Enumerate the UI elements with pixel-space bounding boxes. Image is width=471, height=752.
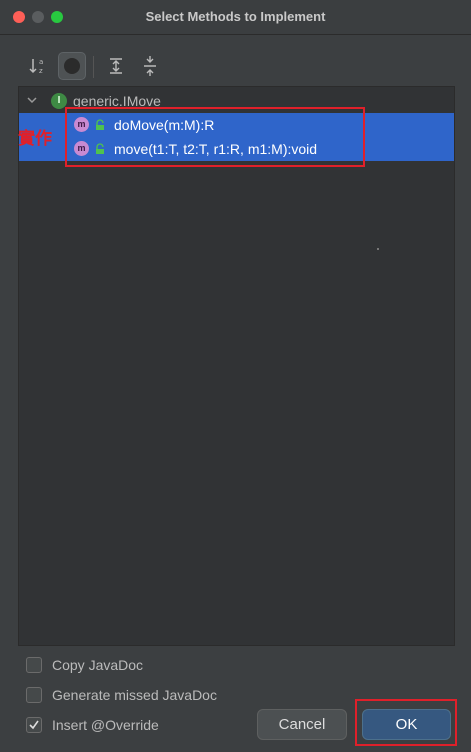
interface-icon: I [51, 93, 67, 109]
title-bar: Select Methods to Implement [0, 0, 471, 35]
toolbar-separator [93, 56, 94, 78]
generate-missed-javadoc-checkbox[interactable] [26, 687, 42, 703]
method-label: move(t1:T, t2:T, r1:R, m1:M):void [114, 141, 318, 157]
collapse-all-button[interactable] [136, 52, 164, 80]
collapse-all-icon [144, 56, 156, 76]
interface-label: generic.IMove [73, 93, 161, 109]
method-icon: m [74, 117, 89, 132]
show-inherited-icon [64, 58, 80, 74]
stray-dot [377, 248, 379, 250]
sort-alpha-icon: a z [29, 58, 43, 75]
dialog-title: Select Methods to Implement [145, 9, 326, 24]
chevron-down-icon[interactable] [26, 94, 38, 106]
expand-all-icon [110, 58, 122, 74]
cancel-button[interactable]: Cancel [257, 709, 347, 740]
method-label: doMove(m:M):R [114, 117, 215, 133]
public-lock-icon [96, 143, 104, 154]
tree-node-interface[interactable]: I generic.IMove [19, 89, 454, 113]
toolbar: a z [0, 52, 471, 82]
svg-text:z: z [39, 67, 43, 75]
svg-text:a: a [39, 58, 43, 66]
copy-javadoc-label: Copy JavaDoc [52, 657, 144, 673]
insert-override-label: Insert @Override [52, 717, 159, 733]
sort-alphabetically-button[interactable]: a z [24, 52, 52, 80]
show-inherited-toggle[interactable] [58, 52, 86, 80]
checkmark-icon [29, 720, 39, 730]
annotation-label: 實作 [18, 129, 52, 149]
methods-tree[interactable]: I generic.IMove m doMove(m:M):R m move(t… [18, 86, 455, 646]
copy-javadoc-checkbox[interactable] [26, 657, 42, 673]
expand-all-button[interactable] [102, 52, 130, 80]
insert-override-checkbox[interactable] [26, 717, 42, 733]
generate-missed-javadoc-label: Generate missed JavaDoc [52, 687, 217, 703]
method-row-domove[interactable]: m doMove(m:M):R [19, 113, 454, 137]
public-lock-icon [96, 119, 104, 130]
ok-button[interactable]: OK [362, 709, 451, 740]
method-icon: m [74, 141, 89, 156]
method-row-move[interactable]: m move(t1:T, t2:T, r1:R, m1:M):void [19, 137, 454, 161]
